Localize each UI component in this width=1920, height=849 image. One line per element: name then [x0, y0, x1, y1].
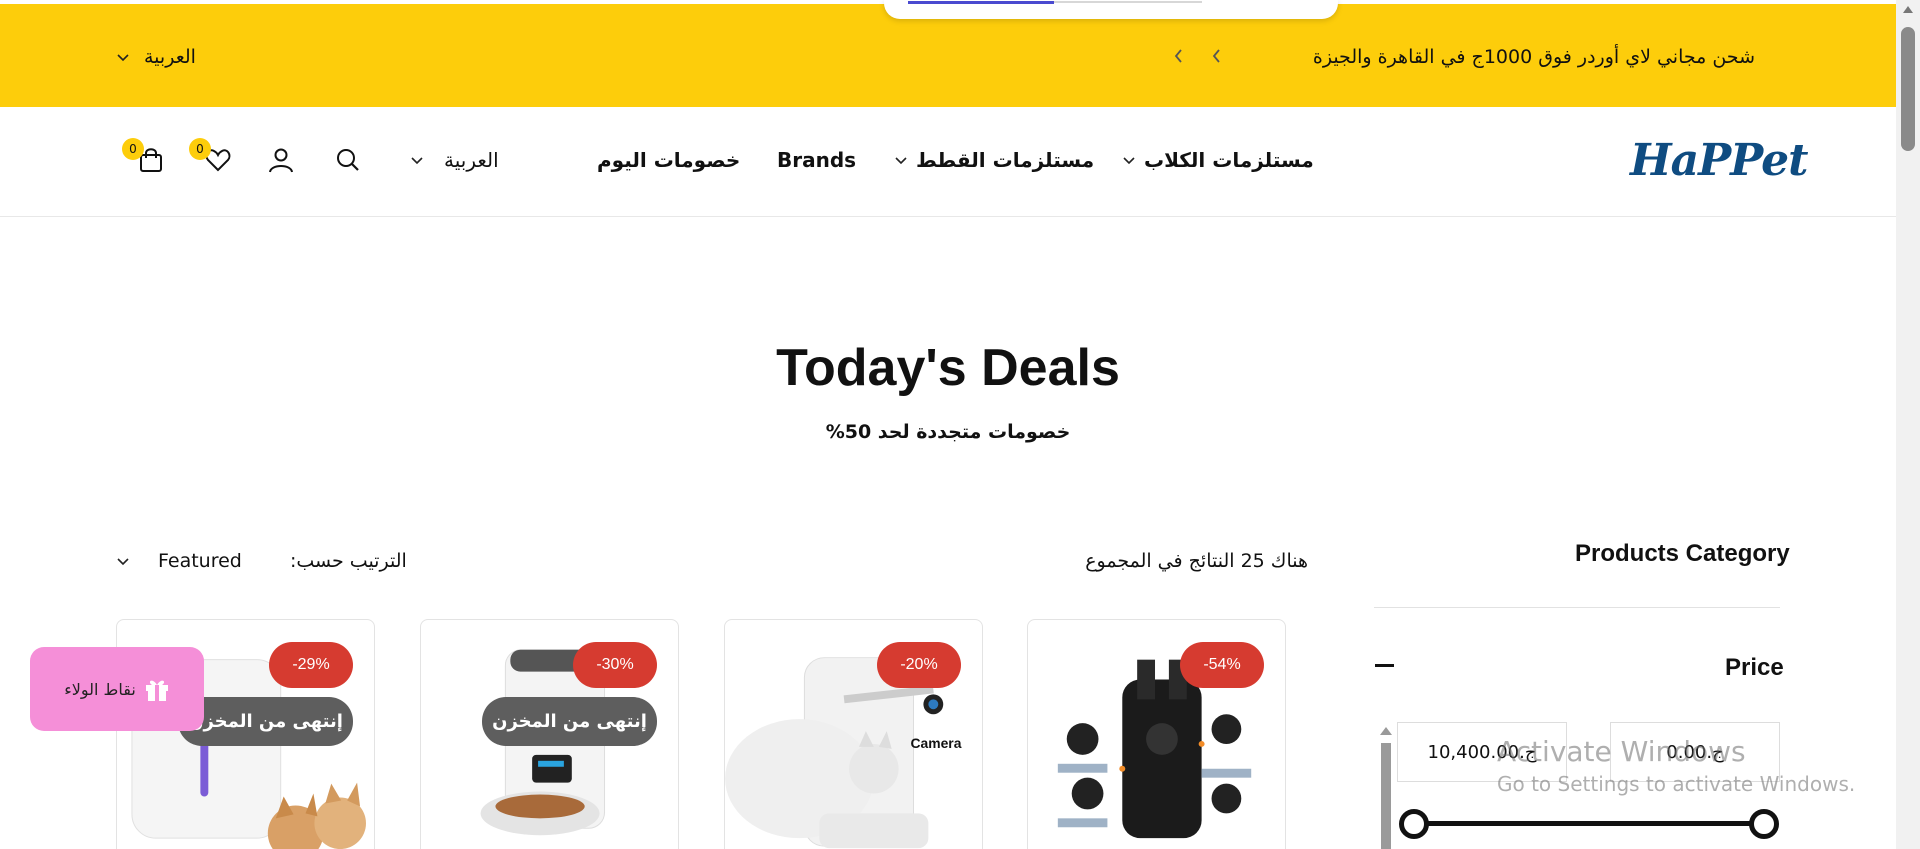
watermark-line-2: Go to Settings to activate Windows.	[1497, 772, 1856, 796]
price-slider-handle-min[interactable]	[1749, 809, 1779, 839]
search-icon	[337, 149, 359, 171]
loyalty-points-button[interactable]: نقاط الولاء	[30, 647, 204, 731]
chevron-left-icon	[1174, 49, 1182, 63]
watermark-line-1: Activate Windows	[1497, 735, 1746, 768]
page: العربية شحن مجاني لاي أوردر فوق 1000ج في…	[0, 0, 1920, 849]
sort-label: الترتيب حسب:	[290, 550, 407, 572]
cart-button[interactable]: 0	[122, 138, 166, 175]
discount-badge: -20%	[877, 642, 961, 688]
page-subtitle: خصومات متجددة لحد 50%	[825, 421, 1071, 443]
sidebar-scrollbar-thumb[interactable]	[1381, 743, 1391, 849]
sidebar-scrollbar[interactable]	[1380, 727, 1392, 849]
scroll-up-arrow-icon[interactable]	[1380, 727, 1392, 735]
sidebar-divider	[1374, 607, 1780, 608]
sold-out-badge: إنتهى من المخزن	[482, 697, 657, 746]
product-card[interactable]: -30% إنتهى من المخزن	[420, 619, 679, 849]
nav-cat-supplies-label: مستلزمات القطط	[916, 148, 1095, 172]
discount-badge: -54%	[1180, 642, 1264, 688]
page-title: Today's Deals	[776, 339, 1120, 397]
chevron-left-icon	[1212, 49, 1220, 63]
sold-out-badge: إنتهى من المخزن	[178, 697, 353, 746]
scroll-up-arrow-icon[interactable]	[1903, 6, 1913, 13]
announcement-next-button[interactable]	[1208, 44, 1226, 68]
activate-windows-watermark: Activate Windows Go to Settings to activ…	[1497, 735, 1855, 796]
wishlist-count-badge: 0	[189, 138, 211, 160]
announcement-language-label: العربية	[144, 46, 196, 68]
loading-popup	[884, 0, 1338, 19]
results-count: هناك 25 النتائج في المجموع	[1085, 550, 1308, 572]
page-scrollbar-thumb[interactable]	[1901, 27, 1915, 151]
announcement-bar: العربية شحن مجاني لاي أوردر فوق 1000ج في…	[0, 4, 1896, 107]
cart-count-badge: 0	[122, 138, 144, 160]
product-card[interactable]: Camera -20%	[724, 619, 983, 849]
search-button[interactable]	[333, 145, 363, 175]
collapse-minus-icon[interactable]	[1375, 664, 1394, 667]
camera-label: Camera	[911, 735, 962, 751]
products-category-heading[interactable]: Products Category	[1575, 540, 1790, 568]
price-slider-track[interactable]	[1412, 821, 1764, 826]
nav-dog-supplies-label: مستلزمات الكلاب	[1144, 148, 1314, 172]
nav-todays-deals[interactable]: خصومات اليوم	[597, 148, 740, 172]
chevron-down-icon	[117, 54, 129, 62]
account-button[interactable]	[266, 145, 296, 175]
wishlist-button[interactable]: 0	[189, 138, 233, 175]
price-slider-handle-max[interactable]	[1399, 809, 1429, 839]
discount-badge: -30%	[573, 642, 657, 688]
nav-brands-label: Brands	[777, 148, 857, 172]
chevron-down-icon	[117, 558, 129, 566]
progress-bar-track	[1054, 1, 1202, 3]
nav-dog-supplies[interactable]: مستلزمات الكلاب	[1122, 148, 1314, 172]
nav-todays-deals-label: خصومات اليوم	[597, 148, 741, 172]
product-card[interactable]: -54%	[1027, 619, 1286, 849]
loyalty-points-label: نقاط الولاء	[64, 679, 136, 699]
announcement-language-selector[interactable]: العربية	[116, 46, 196, 68]
nav-brands[interactable]: Brands	[777, 148, 856, 172]
progress-bar-fill	[908, 1, 1054, 4]
site-logo[interactable]: HaPPet	[1630, 135, 1808, 186]
announcement-prev-button[interactable]	[1170, 44, 1188, 68]
chevron-down-icon	[411, 157, 423, 165]
user-icon	[269, 148, 293, 173]
price-filter-heading[interactable]: Price	[1725, 654, 1784, 682]
announcement-arrows	[1170, 44, 1226, 68]
sort-select[interactable]: Featured	[116, 550, 242, 572]
page-scrollbar[interactable]	[1896, 0, 1920, 849]
gift-icon	[145, 680, 168, 701]
header-language-selector[interactable]: العربية	[410, 148, 499, 172]
header-language-label: العربية	[444, 148, 499, 172]
site-header: HaPPet مستلزمات الكلاب مستلزمات القطط Br…	[0, 107, 1896, 217]
discount-badge: -29%	[269, 642, 353, 688]
nav-cat-supplies[interactable]: مستلزمات القطط	[894, 148, 1094, 172]
announcement-message: شحن مجاني لاي أوردر فوق 1000ج في القاهرة…	[1312, 46, 1755, 68]
chevron-down-icon	[1123, 157, 1135, 165]
chevron-down-icon	[895, 157, 907, 165]
sort-select-value: Featured	[158, 550, 242, 572]
